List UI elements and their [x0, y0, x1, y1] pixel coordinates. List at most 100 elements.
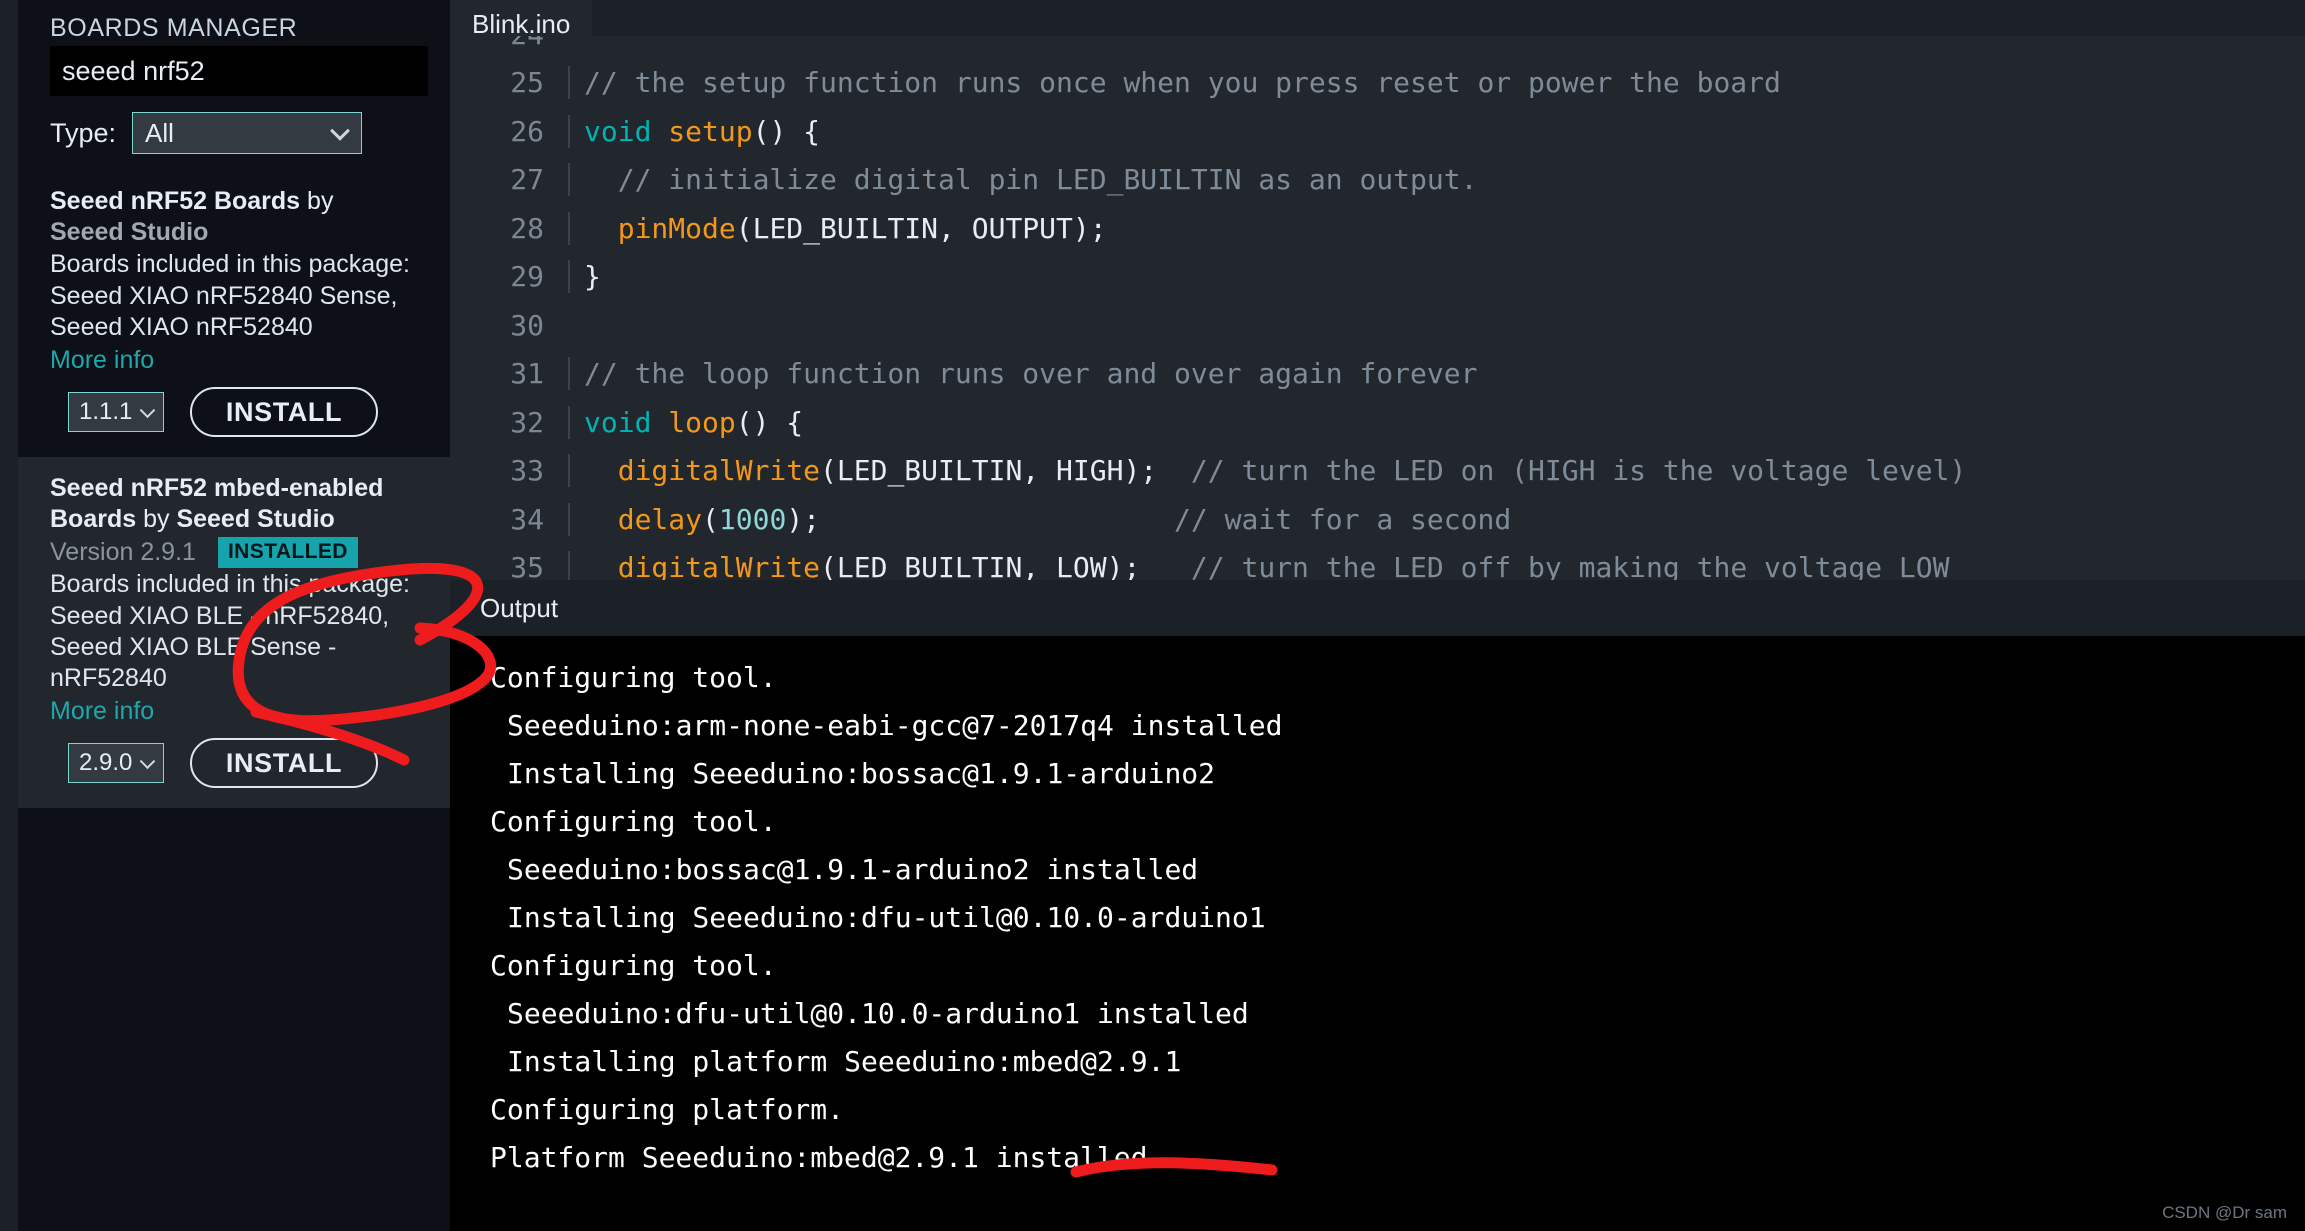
- code-token: () {: [735, 405, 804, 439]
- output-line: Installing Seeeduino:bossac@1.9.1-arduin…: [507, 757, 1216, 790]
- code-token: delay: [617, 502, 703, 536]
- version-select-value: 2.9.0: [79, 749, 133, 776]
- code-viewport[interactable]: 24 25 // the setup function runs once when…: [450, 36, 2305, 580]
- code-token: // initialize digital pin LED_BUILTIN as…: [584, 163, 1478, 197]
- version-select[interactable]: 2.9.0: [68, 743, 164, 783]
- code-line: 33 digitalWrite(LED_BUILTIN, HIGH); // t…: [450, 447, 2305, 496]
- type-filter-row: Type: All: [18, 96, 450, 170]
- boards-manager-header: BOARDS MANAGER: [18, 0, 450, 46]
- line-number: 34: [510, 502, 544, 536]
- board-title: Seeed nRF52 Boards by: [50, 186, 422, 217]
- board-actions: 1.1.1 INSTALL: [50, 387, 422, 437]
- output-panel: Output Configuring tool. Seeeduino:arm-no…: [450, 580, 2305, 1231]
- more-info-link[interactable]: More info: [50, 343, 422, 377]
- code-token: pinMode: [617, 211, 736, 245]
- board-by-text: by: [136, 505, 177, 533]
- install-button[interactable]: INSTALL: [190, 738, 378, 788]
- code-token: digitalWrite: [617, 454, 821, 488]
- line-number: 33: [510, 454, 544, 488]
- code-line: 26 void setup() {: [450, 107, 2305, 156]
- code-token: }: [584, 260, 601, 294]
- output-line: Configuring platform.: [490, 1093, 845, 1126]
- line-number: 26: [510, 114, 544, 148]
- code-line: 32 void loop() {: [450, 398, 2305, 447]
- code-line: 24: [450, 36, 2305, 59]
- code-editor: Blink.ino 2425// the setup function runs…: [450, 0, 2305, 580]
- code-token: () {: [752, 114, 821, 148]
- type-filter-value: All: [145, 117, 174, 148]
- code-token: (LED_BUILTIN, LOW);: [820, 551, 1191, 580]
- output-line: Seeeduino:dfu-util@0.10.0-arduino1 insta…: [507, 997, 1249, 1030]
- code-token: // turn the LED off by making the voltag…: [1190, 551, 1950, 580]
- code-token: // the loop function runs over and over …: [584, 357, 1478, 391]
- code-line: 28 pinMode(LED_BUILTIN, OUTPUT);: [450, 204, 2305, 253]
- output-line: Configuring tool.: [490, 949, 777, 982]
- output-line: Seeeduino:arm-none-eabi-gcc@7-2017q4 ins…: [507, 709, 1283, 742]
- boards-manager-sidebar: BOARDS MANAGER Type: All Seeed nRF52 Boa…: [0, 0, 450, 1231]
- search-container: [18, 46, 450, 96]
- code-token: // the setup function runs once when you…: [584, 66, 1781, 100]
- output-log[interactable]: Configuring tool. Seeeduino:arm-none-eabi…: [450, 636, 2305, 1182]
- code-text: digitalWrite(LED_BUILTIN, LOW); // turn …: [568, 551, 1949, 580]
- output-line: Configuring tool.: [490, 661, 777, 694]
- code-text: void setup() {: [568, 114, 821, 148]
- code-token: (: [702, 502, 719, 536]
- code-text: void loop() {: [568, 405, 804, 439]
- search-input[interactable]: [50, 46, 428, 96]
- code-line: 25 // the setup function runs once when y…: [450, 59, 2305, 108]
- code-text: // the setup function runs once when you…: [568, 66, 1781, 100]
- code-token: (LED_BUILTIN, HIGH);: [820, 454, 1191, 488]
- line-number: 30: [510, 308, 544, 342]
- line-number: 27: [510, 163, 544, 197]
- status-badge: INSTALLED: [217, 537, 358, 568]
- output-line: Platform Seeeduino:mbed@2.9.1 installed: [490, 1141, 1148, 1174]
- board-card-seeed-nrf52-boards[interactable]: Seeed nRF52 Boards by Seeed Studio Board…: [18, 170, 450, 457]
- output-line: Installing platform Seeeduino:mbed@2.9.1: [507, 1045, 1182, 1078]
- output-line: Installing Seeeduino:dfu-util@0.10.0-ard…: [507, 901, 1266, 934]
- code-line: 34 delay(1000); // wait for a second: [450, 495, 2305, 544]
- board-description-label: Boards included in this package:: [50, 570, 410, 598]
- page-title: BOARDS MANAGER: [50, 14, 298, 42]
- chevron-down-icon: [139, 753, 156, 770]
- line-number: 31: [510, 357, 544, 391]
- install-button[interactable]: INSTALL: [190, 387, 378, 437]
- line-number: 29: [510, 260, 544, 294]
- version-select-value: 1.1.1: [79, 398, 133, 425]
- board-by-text: by: [300, 187, 334, 215]
- code-token: setup: [668, 114, 753, 148]
- board-installed-version: Version 2.9.1: [50, 538, 196, 566]
- line-number: 24: [450, 36, 568, 51]
- code-line: 35 digitalWrite(LED_BUILTIN, LOW); // tu…: [450, 544, 2305, 580]
- code-token: );: [786, 502, 1175, 536]
- line-number: 25: [510, 66, 544, 100]
- code-lines: 24 25 // the setup function runs once when…: [450, 36, 2305, 580]
- sidebar-rail: [0, 0, 18, 1231]
- board-included-list: Seeed XIAO BLE - nRF52840, Seeed XIAO BL…: [50, 602, 390, 692]
- board-version-row: Version 2.9.1 INSTALLED: [50, 537, 422, 568]
- board-card-seeed-nrf52-mbed-enabled-boards[interactable]: Seeed nRF52 mbed-enabled Boards by Seeed…: [18, 457, 450, 808]
- code-text: pinMode(LED_BUILTIN, OUTPUT);: [568, 211, 1107, 245]
- board-actions: 2.9.0 INSTALL: [50, 738, 422, 788]
- app-window: BOARDS MANAGER Type: All Seeed nRF52 Boa…: [0, 0, 2305, 1231]
- code-text: }: [568, 260, 601, 294]
- code-text: // the loop function runs over and over …: [568, 357, 1478, 391]
- code-token: void: [584, 405, 669, 439]
- code-token: loop: [668, 405, 736, 439]
- line-number: 28: [510, 211, 544, 245]
- watermark: CSDN @Dr sam: [2162, 1203, 2287, 1222]
- type-filter-select[interactable]: All: [132, 112, 363, 154]
- code-token: digitalWrite: [617, 551, 821, 580]
- code-line: 29}: [450, 253, 2305, 302]
- version-select[interactable]: 1.1.1: [68, 392, 164, 432]
- board-title: Seeed nRF52 mbed-enabled Boards by Seeed…: [50, 473, 422, 535]
- board-description-label: Boards included in this package:: [50, 250, 410, 278]
- code-text: // initialize digital pin LED_BUILTIN as…: [568, 163, 1478, 197]
- code-token: (LED_BUILTIN, OUTPUT);: [735, 211, 1107, 245]
- code-token: 1000: [718, 502, 787, 536]
- more-info-link[interactable]: More info: [50, 694, 422, 728]
- code-text: delay(1000); // wait for a second: [568, 502, 1511, 536]
- code-token: // turn the LED on (HIGH is the voltage …: [1190, 454, 1967, 488]
